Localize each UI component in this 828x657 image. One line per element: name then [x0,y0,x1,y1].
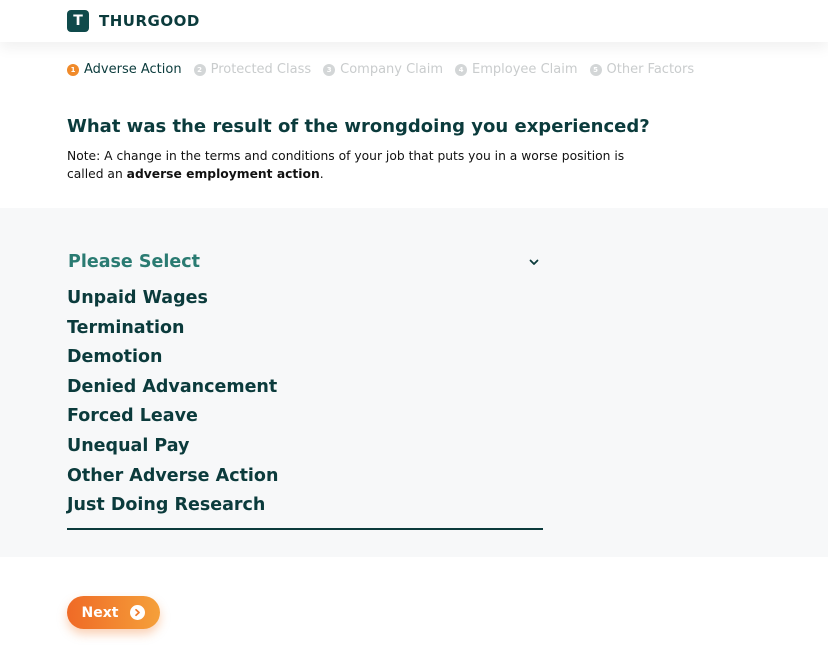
step-number-badge: 5 [589,63,602,76]
step-number-badge: 4 [455,63,468,76]
next-button-label: Next [81,604,119,621]
top-bar: T THURGOOD [0,0,828,42]
select-underline [67,528,543,530]
step-company-claim: 3 Company Claim [323,62,443,77]
option-denied-advancement[interactable]: Denied Advancement [67,373,278,403]
logo[interactable]: T THURGOOD [67,10,200,32]
logo-mark-icon: T [67,10,89,32]
chevron-down-icon [529,259,539,265]
step-label: Other Factors [606,62,695,77]
progress-steps: 1 Adverse Action 2 Protected Class 3 Com… [67,62,706,77]
note-suffix: . [319,167,324,181]
step-adverse-action: 1 Adverse Action [67,62,182,77]
step-label: Employee Claim [472,62,578,77]
brand-name: THURGOOD [99,12,200,30]
step-other-factors: 5 Other Factors [589,62,695,77]
option-unpaid-wages[interactable]: Unpaid Wages [67,284,278,314]
question-note: Note: A change in the terms and conditio… [67,147,627,183]
option-forced-leave[interactable]: Forced Leave [67,402,278,432]
step-number-badge: 2 [193,63,206,76]
step-employee-claim: 4 Employee Claim [455,62,578,77]
option-termination[interactable]: Termination [67,314,278,344]
select-placeholder: Please Select [68,252,200,272]
step-number-badge: 1 [67,63,79,76]
option-just-doing-research[interactable]: Just Doing Research [67,491,278,521]
option-demotion[interactable]: Demotion [67,343,278,373]
option-other-adverse-action[interactable]: Other Adverse Action [67,462,278,492]
select-options-list: Unpaid Wages Termination Demotion Denied… [67,284,278,521]
note-bold-term: adverse employment action [126,167,320,181]
question-title: What was the result of the wrongdoing yo… [67,116,650,137]
step-label: Adverse Action [84,62,182,77]
next-button[interactable]: Next [67,596,160,629]
step-label: Company Claim [340,62,444,77]
select-panel: Please Select Unpaid Wages Termination D… [0,208,828,557]
arrow-right-icon [130,605,146,620]
step-label: Protected Class [210,62,312,77]
step-protected-class: 2 Protected Class [193,62,312,77]
step-number-badge: 3 [323,63,336,76]
option-unequal-pay[interactable]: Unequal Pay [67,432,278,462]
select-dropdown[interactable]: Please Select [68,250,544,274]
